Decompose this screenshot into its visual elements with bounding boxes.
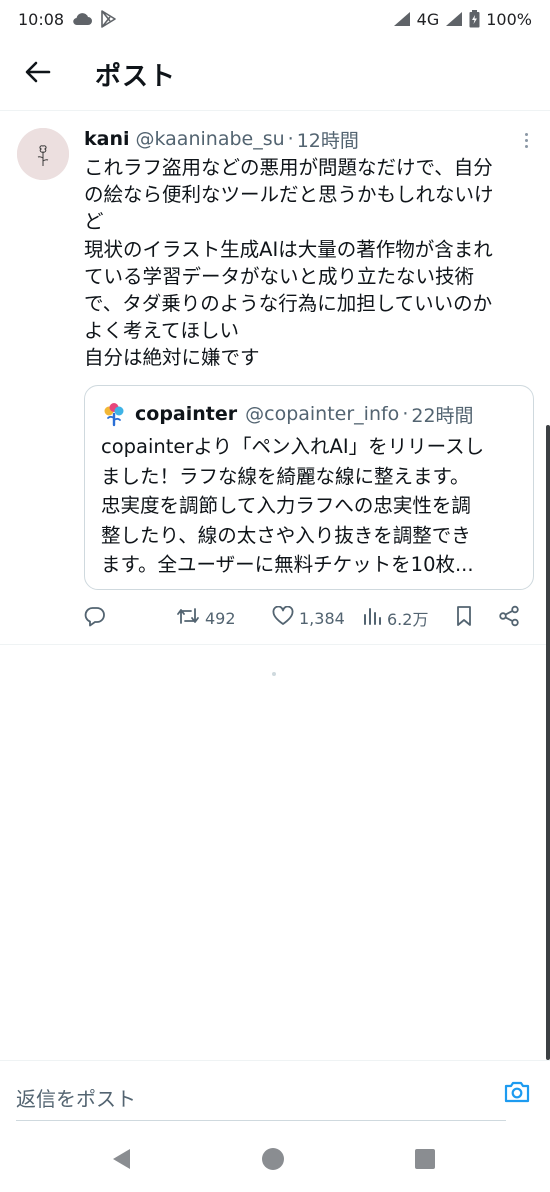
square-recents-icon (414, 1148, 436, 1174)
reply-bar: 返信をポスト (0, 1060, 550, 1130)
bookmark-button[interactable] (454, 605, 474, 631)
circle-home-icon (261, 1147, 285, 1175)
post-text-line: 自分は絶対に嫌です (84, 346, 260, 370)
system-nav-bar (0, 1130, 550, 1192)
arrow-left-icon (25, 61, 51, 87)
copainter-logo-icon[interactable] (101, 401, 127, 427)
battery-level: 100% (486, 9, 532, 29)
heart-icon (272, 605, 294, 630)
quote-text-line: copainterより「ペン入れAI」をリリースし (101, 435, 485, 458)
status-bar: 10:08 4G 100% (0, 0, 550, 38)
retweet-count: 492 (205, 608, 236, 628)
share-icon (498, 605, 520, 631)
nav-home-button[interactable] (258, 1146, 288, 1176)
views-chart-icon (362, 606, 382, 630)
quote-text-line: ます。全ユーザーに無料チケットを10枚... (101, 553, 474, 577)
camera-icon (503, 1080, 531, 1108)
camera-button[interactable] (502, 1079, 532, 1109)
quote-author-name: copainter (135, 403, 238, 425)
reply-icon (84, 605, 106, 631)
signal-icon (393, 11, 411, 27)
battery-icon (469, 10, 480, 28)
post-text-line: ている学習データがないと成り立たない技術 (84, 264, 475, 288)
post-text: これラフ盗用などの悪用が問題なだけで、自分 の絵なら便利なツールだと思うかもしれ… (84, 154, 544, 372)
separator: · (287, 128, 294, 150)
signal-icon-2 (445, 11, 463, 27)
post-text-line: ど (84, 210, 104, 234)
post-time[interactable]: 12時間 (297, 126, 359, 153)
quoted-post[interactable]: copainter @copainter_info · 22時間 copaint… (84, 385, 534, 590)
action-bar: 492 1,384 6.2万 (84, 602, 534, 634)
reply-input[interactable]: 返信をポスト (16, 1075, 506, 1121)
network-type: 4G (416, 9, 440, 29)
triangle-back-icon (110, 1147, 132, 1175)
more-dot (524, 132, 528, 136)
quote-text: copainterより「ペン入れAI」をリリースし ました！ラフな線を綺麗な線に… (101, 432, 521, 580)
play-store-icon (100, 10, 116, 28)
author-name[interactable]: kani (84, 128, 130, 150)
more-options-button[interactable] (518, 128, 534, 152)
separator: · (402, 403, 409, 425)
post-text-line: 現状のイラスト生成AIは大量の著作物が含まれ (84, 237, 493, 261)
quote-author-handle: @copainter_info (245, 403, 400, 425)
back-button[interactable] (18, 54, 58, 94)
quote-header: copainter @copainter_info · 22時間 (101, 399, 474, 429)
author-handle[interactable]: @kaaninabe_su (136, 128, 285, 150)
quote-text-line: 整したり、線の太さや入り抜きを調整でき (101, 523, 471, 547)
like-button[interactable]: 1,384 (272, 605, 345, 630)
views-count: 6.2万 (387, 610, 429, 629)
retweet-button[interactable]: 492 (176, 605, 236, 631)
quote-time: 22時間 (411, 404, 474, 427)
quote-text-line: ました！ラフな線を綺麗な線に整えます。 (101, 464, 470, 488)
bookmark-icon (454, 605, 474, 631)
more-dot (524, 144, 528, 148)
post-header: kani @kaaninabe_su · 12時間 (84, 126, 534, 152)
top-header: ポスト (0, 38, 550, 111)
share-button[interactable] (498, 605, 520, 631)
quote-text-line: 忠実度を調節して入力ラフへの忠実性を調 (101, 494, 471, 518)
scrollbar[interactable] (546, 425, 550, 1060)
retweet-icon (176, 605, 200, 631)
post-card[interactable]: kani @kaaninabe_su · 12時間 これラフ盗用などの悪用が問題… (0, 112, 550, 645)
reply-button[interactable] (84, 605, 106, 631)
rose-drawing-icon (17, 128, 69, 180)
post-text-line: よく考えてほしい (84, 319, 240, 343)
post-text-line: の絵なら便利なツールだと思うかもしれないけ (84, 183, 494, 207)
post-text-line: で、タダ乗りのような行為に加担していいのか (84, 292, 493, 316)
status-time: 10:08 (18, 9, 65, 29)
like-count: 1,384 (299, 608, 345, 628)
cloud-icon (72, 12, 93, 26)
nav-recents-button[interactable] (410, 1146, 440, 1176)
views-button[interactable]: 6.2万 (362, 606, 428, 630)
more-dot (524, 138, 528, 142)
loading-indicator (272, 672, 276, 676)
page-title: ポスト (95, 61, 177, 92)
nav-back-button[interactable] (106, 1146, 136, 1176)
avatar[interactable] (17, 128, 69, 180)
post-text-line: これラフ盗用などの悪用が問題なだけで、自分 (84, 156, 493, 179)
